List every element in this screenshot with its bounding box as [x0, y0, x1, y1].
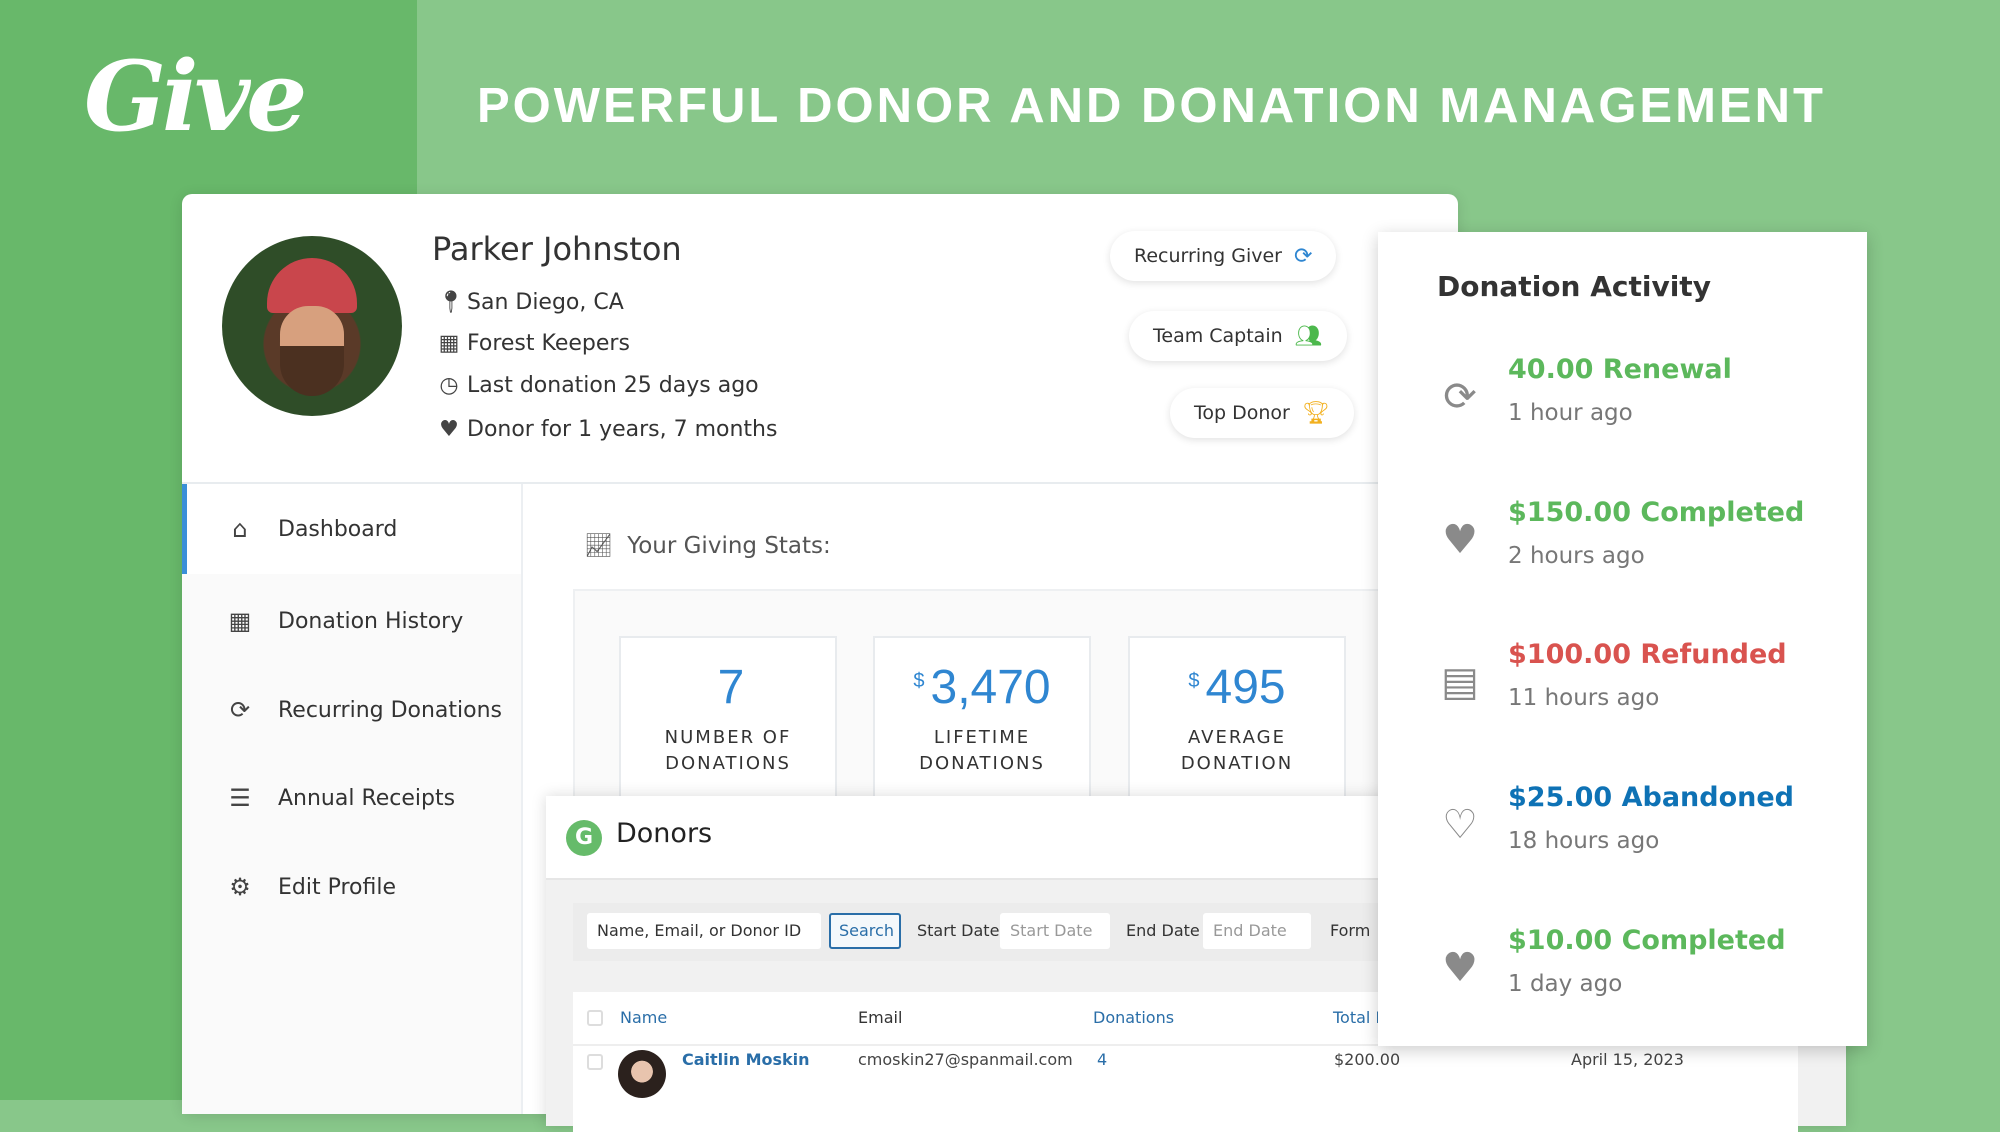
stat-value: 495: [1205, 661, 1286, 714]
sidebar-item-donation-history[interactable]: ▦ Donation History: [182, 576, 521, 666]
activity-item: ♥ $10.00 Completed 1 day ago: [1378, 925, 1867, 1045]
stat-label: DONATIONS: [665, 753, 791, 774]
donor-dashboard-card: Parker Johnston 📍︎San Diego, CA ▦ Forest …: [182, 194, 1846, 1132]
donor-avatar: [618, 1050, 666, 1098]
activity-time: 1 hour ago: [1508, 400, 1633, 426]
stat-value: 3,470: [930, 661, 1051, 714]
donors-title: Donors: [616, 818, 713, 849]
heart-icon: ♥: [1442, 517, 1478, 563]
heart-outline-icon: ♡: [1442, 802, 1478, 848]
give-logo-icon: G: [566, 820, 602, 856]
badge-label: Recurring Giver: [1134, 245, 1282, 267]
select-all-checkbox[interactable]: [587, 1010, 603, 1026]
sidebar-item-label: Recurring Donations: [278, 697, 503, 723]
stat-currency: $: [913, 670, 925, 692]
badge-team-captain: Team Captain 👥︎: [1129, 311, 1347, 361]
stat-label: NUMBER OF: [664, 727, 792, 748]
donor-donation-count[interactable]: 4: [1097, 1050, 1107, 1069]
badge-label: Top Donor: [1194, 402, 1290, 424]
end-date-label: End Date: [1126, 921, 1200, 940]
donor-email: cmoskin27@spanmail.com: [858, 1050, 1073, 1069]
activity-time: 1 day ago: [1508, 971, 1623, 997]
calendar-icon: ▦: [228, 607, 252, 635]
activity-amount: $25.00 Abandoned: [1508, 782, 1794, 813]
sync-icon: ⟳: [229, 696, 251, 724]
activity-item: ⟳ 40.00 Renewal 1 hour ago: [1378, 354, 1867, 474]
start-date-input[interactable]: Start Date: [1000, 913, 1110, 949]
activity-time: 18 hours ago: [1508, 828, 1660, 854]
donor-total: $200.00: [1334, 1050, 1401, 1069]
sidebar-item-recurring-donations[interactable]: ⟳ Recurring Donations: [182, 665, 521, 755]
chart-line-icon: 📈︎: [584, 533, 614, 559]
activity-item: ▤ $100.00 Refunded 11 hours ago: [1378, 639, 1867, 759]
receipt-icon: ▤: [1441, 659, 1479, 705]
start-date-label: Start Date: [917, 921, 1000, 940]
activity-amount: $10.00 Completed: [1508, 925, 1786, 956]
donor-since-text: Donor for 1 years, 7 months: [467, 417, 778, 442]
organization-info: ▦ Forest Keepers: [437, 331, 630, 356]
activity-amount: $150.00 Completed: [1508, 497, 1805, 528]
heart-icon: ♥: [1442, 945, 1478, 991]
activity-time: 11 hours ago: [1508, 685, 1660, 711]
badge-recurring-giver: Recurring Giver ⟳: [1110, 231, 1337, 281]
activity-time: 2 hours ago: [1508, 543, 1645, 569]
heart-icon: ♥: [439, 417, 459, 442]
sync-icon: ⟳: [1293, 243, 1313, 269]
stat-currency: $: [1188, 670, 1200, 692]
organization-text: Forest Keepers: [467, 331, 630, 356]
last-donation-info: ◷ Last donation 25 days ago: [437, 373, 759, 398]
giving-stats-title: 📈︎ Your Giving Stats:: [584, 532, 831, 559]
last-donation-text: Last donation 25 days ago: [467, 373, 759, 398]
map-pin-icon: 📍︎: [437, 290, 465, 315]
users-icon: 👥︎: [1294, 323, 1323, 349]
donation-activity-title: Donation Activity: [1437, 270, 1711, 303]
location-info: 📍︎San Diego, CA: [437, 290, 624, 315]
column-header-donations[interactable]: Donations: [1093, 992, 1174, 1044]
clock-icon: ◷: [439, 373, 459, 398]
home-icon: ⌂: [232, 515, 248, 543]
activity-item: ♥ $150.00 Completed 2 hours ago: [1378, 497, 1867, 617]
headline: POWERFUL DONOR AND DONATION MANAGEMENT: [477, 79, 1826, 133]
sidebar-item-dashboard[interactable]: ⌂ Dashboard: [182, 484, 521, 574]
location-text: San Diego, CA: [467, 290, 624, 315]
giving-stats-label: Your Giving Stats:: [627, 533, 831, 559]
stat-value: 7: [717, 661, 745, 714]
donor-search-input[interactable]: Name, Email, or Donor ID: [587, 913, 821, 949]
donor-since-info: ♥ Donor for 1 years, 7 months: [437, 417, 777, 442]
search-button[interactable]: Search: [829, 913, 901, 949]
donor-name-link[interactable]: Caitlin Moskin: [682, 1050, 810, 1069]
donor-name: Parker Johnston: [432, 230, 682, 268]
column-header-email: Email: [858, 1008, 903, 1027]
sidebar-item-label: Dashboard: [278, 516, 398, 542]
sidebar-item-label: Edit Profile: [278, 874, 397, 900]
activity-amount: 40.00 Renewal: [1508, 354, 1732, 385]
sidebar-item-annual-receipts[interactable]: ☰ Annual Receipts: [182, 753, 521, 843]
sidebar-item-label: Annual Receipts: [278, 785, 456, 811]
stat-label: LIFETIME: [933, 727, 1031, 748]
trophy-icon: 🏆︎: [1301, 400, 1330, 426]
row-checkbox[interactable]: [587, 1054, 603, 1070]
receipt-icon: ☰: [229, 784, 251, 812]
donor-date: April 15, 2023: [1571, 1050, 1684, 1069]
give-logo: Give: [84, 40, 307, 153]
badge-label: Team Captain: [1153, 325, 1283, 347]
sidebar: ⌂ Dashboard ▦ Donation History ⟳ Recurring …: [182, 484, 523, 1114]
column-header-name[interactable]: Name: [620, 992, 667, 1044]
stat-label: DONATIONS: [919, 753, 1045, 774]
badge-top-donor: Top Donor 🏆︎: [1170, 388, 1354, 438]
sidebar-item-edit-profile[interactable]: ⚙ Edit Profile: [182, 842, 521, 932]
activity-amount: $100.00 Refunded: [1508, 639, 1787, 670]
donor-avatar: [222, 236, 402, 416]
stat-label: AVERAGE: [1188, 727, 1286, 748]
form-filter-label: Form: [1330, 921, 1371, 940]
building-icon: ▦: [438, 331, 460, 356]
donation-activity-panel: Donation Activity ⟳ 40.00 Renewal 1 hour a…: [1378, 232, 1867, 1046]
sync-icon: ⟳: [1443, 374, 1477, 420]
sidebar-item-label: Donation History: [278, 608, 464, 634]
stat-label: DONATION: [1180, 753, 1294, 774]
end-date-input[interactable]: End Date: [1203, 913, 1311, 949]
activity-item: ♡ $25.00 Abandoned 18 hours ago: [1378, 782, 1867, 902]
gear-icon: ⚙: [229, 873, 251, 901]
